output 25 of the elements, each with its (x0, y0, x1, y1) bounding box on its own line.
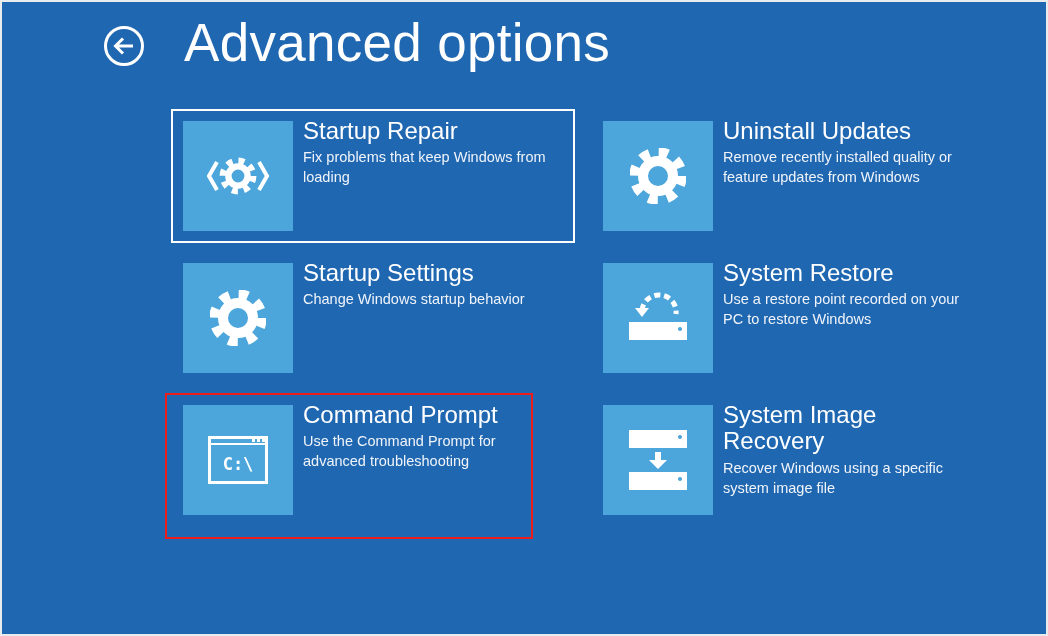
drive-download-icon (626, 428, 690, 492)
option-title: Startup Repair (303, 118, 459, 145)
option-description: Use a restore point recorded on your PC to restore Windows (723, 290, 961, 330)
option-item[interactable]: Startup Repair Fix problems that keep Windows from loading (171, 109, 575, 243)
option-description: Change Windows startup behavior (303, 290, 525, 310)
option-item[interactable]: System Restore Use a restore point recorded on your PC to restore Windows (591, 251, 995, 385)
option-item[interactable]: C:\ Command Prompt Use the Command Prompt for advanced troubleshooting (165, 393, 533, 539)
back-button[interactable] (102, 24, 146, 68)
option-description: Use the Command Prompt for advanced troubleshooting (303, 432, 497, 472)
option-description: Remove recently installed quality or feature updates from Windows (723, 148, 953, 188)
option-title: System Restore (723, 260, 895, 287)
option-item[interactable]: Uninstall Updates Remove recently installed quality or feature updates from Windows (591, 109, 995, 243)
gear-icon (210, 290, 266, 346)
option-description: Fix problems that keep Windows from loading (303, 148, 547, 188)
console-window-icon: C:\ (208, 436, 268, 484)
gear-icon (630, 148, 686, 204)
option-title: Uninstall Updates (723, 118, 913, 145)
page-title: Advanced options (184, 16, 611, 74)
option-title: Startup Settings (303, 260, 475, 287)
option-title: System Image Recovery (723, 402, 878, 455)
option-item[interactable]: Startup Settings Change Windows startup behavior (171, 251, 575, 385)
option-title: Command Prompt (303, 402, 499, 429)
gear-brackets-icon (206, 156, 270, 196)
option-description: Recover Windows using a specific system image file (723, 458, 944, 498)
option-item[interactable]: System Image Recovery Recover Windows using a specific system image file (591, 393, 995, 527)
